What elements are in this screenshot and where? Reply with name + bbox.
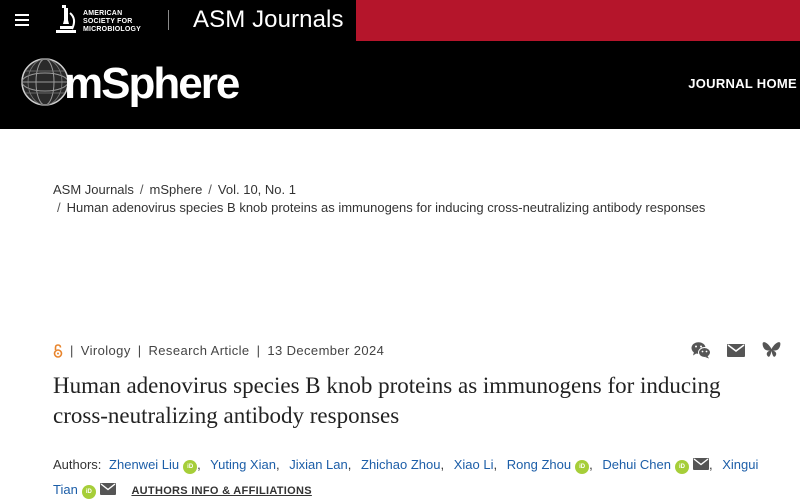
asm-top-bar: AMERICAN SOCIETY FOR MICROBIOLOGY ASM Jo… bbox=[0, 0, 800, 41]
author-link[interactable]: Yuting Xian bbox=[210, 457, 276, 472]
article-title: Human adenovirus species B knob proteins… bbox=[53, 373, 721, 428]
orcid-icon[interactable]: iD bbox=[183, 460, 198, 474]
breadcrumb: ASM Journals / mSphere / Vol. 10, No. 1 / Hum… bbox=[53, 181, 793, 217]
bluesky-icon[interactable] bbox=[762, 341, 781, 359]
menu-icon[interactable] bbox=[15, 14, 29, 26]
open-access-icon bbox=[53, 343, 63, 358]
breadcrumb-separator: / bbox=[57, 200, 61, 215]
author-link[interactable]: Dehui Chen bbox=[602, 457, 671, 472]
microscope-icon bbox=[56, 5, 76, 33]
authors-list: Authors: Zhenwei Liu iD, Yuting Xian, Jix… bbox=[53, 457, 759, 499]
journal-header: mSphere JOURNAL HOME bbox=[0, 41, 800, 129]
header-divider bbox=[168, 10, 169, 30]
breadcrumb-separator: / bbox=[139, 182, 144, 197]
breadcrumb-volume[interactable]: Vol. 10, No. 1 bbox=[218, 182, 296, 197]
authors-info-affiliations-link[interactable]: AUTHORS INFO & AFFILIATIONS bbox=[131, 485, 311, 497]
breadcrumb-msphere[interactable]: mSphere bbox=[150, 182, 203, 197]
asm-journals-title[interactable]: ASM Journals bbox=[193, 6, 344, 34]
author-link[interactable]: Xiao Li bbox=[454, 457, 494, 472]
email-icon[interactable] bbox=[99, 483, 116, 495]
publication-date: 13 December 2024 bbox=[267, 343, 385, 358]
breadcrumb-asm-journals[interactable]: ASM Journals bbox=[53, 182, 134, 197]
journal-home-link[interactable]: JOURNAL HOME bbox=[688, 76, 797, 91]
email-share-icon[interactable] bbox=[727, 341, 745, 359]
msphere-wordmark: mSphere bbox=[64, 59, 240, 108]
meta-separator: | bbox=[256, 343, 261, 358]
msphere-logo[interactable]: mSphere bbox=[20, 55, 240, 115]
article-meta: | Virology | Research Article | 13 Decem… bbox=[53, 343, 384, 358]
breadcrumb-current: Human adenovirus species B knob proteins… bbox=[66, 200, 706, 215]
orcid-icon[interactable]: iD bbox=[81, 485, 96, 499]
accent-band bbox=[356, 0, 800, 41]
author-link[interactable]: Zhichao Zhou bbox=[361, 457, 441, 472]
author-link[interactable]: Rong Zhou bbox=[507, 457, 571, 472]
globe-logo-icon bbox=[21, 58, 69, 106]
wechat-icon[interactable] bbox=[691, 341, 711, 359]
asm-name: AMERICAN SOCIETY FOR MICROBIOLOGY bbox=[83, 10, 142, 33]
meta-separator: | bbox=[70, 343, 74, 358]
section-link[interactable]: Virology bbox=[81, 343, 131, 358]
authors-label: Authors: bbox=[53, 457, 102, 472]
orcid-icon[interactable]: iD bbox=[674, 460, 689, 474]
meta-separator: | bbox=[137, 343, 142, 358]
asm-logo[interactable]: AMERICAN SOCIETY FOR MICROBIOLOGY bbox=[53, 3, 153, 38]
author-link[interactable]: Jixian Lan bbox=[289, 457, 348, 472]
orcid-icon[interactable]: iD bbox=[575, 460, 590, 474]
article-type: Research Article bbox=[148, 343, 250, 358]
breadcrumb-separator: / bbox=[208, 182, 212, 197]
author-link[interactable]: Zhenwei Liu bbox=[109, 457, 179, 472]
email-icon[interactable] bbox=[692, 458, 709, 470]
